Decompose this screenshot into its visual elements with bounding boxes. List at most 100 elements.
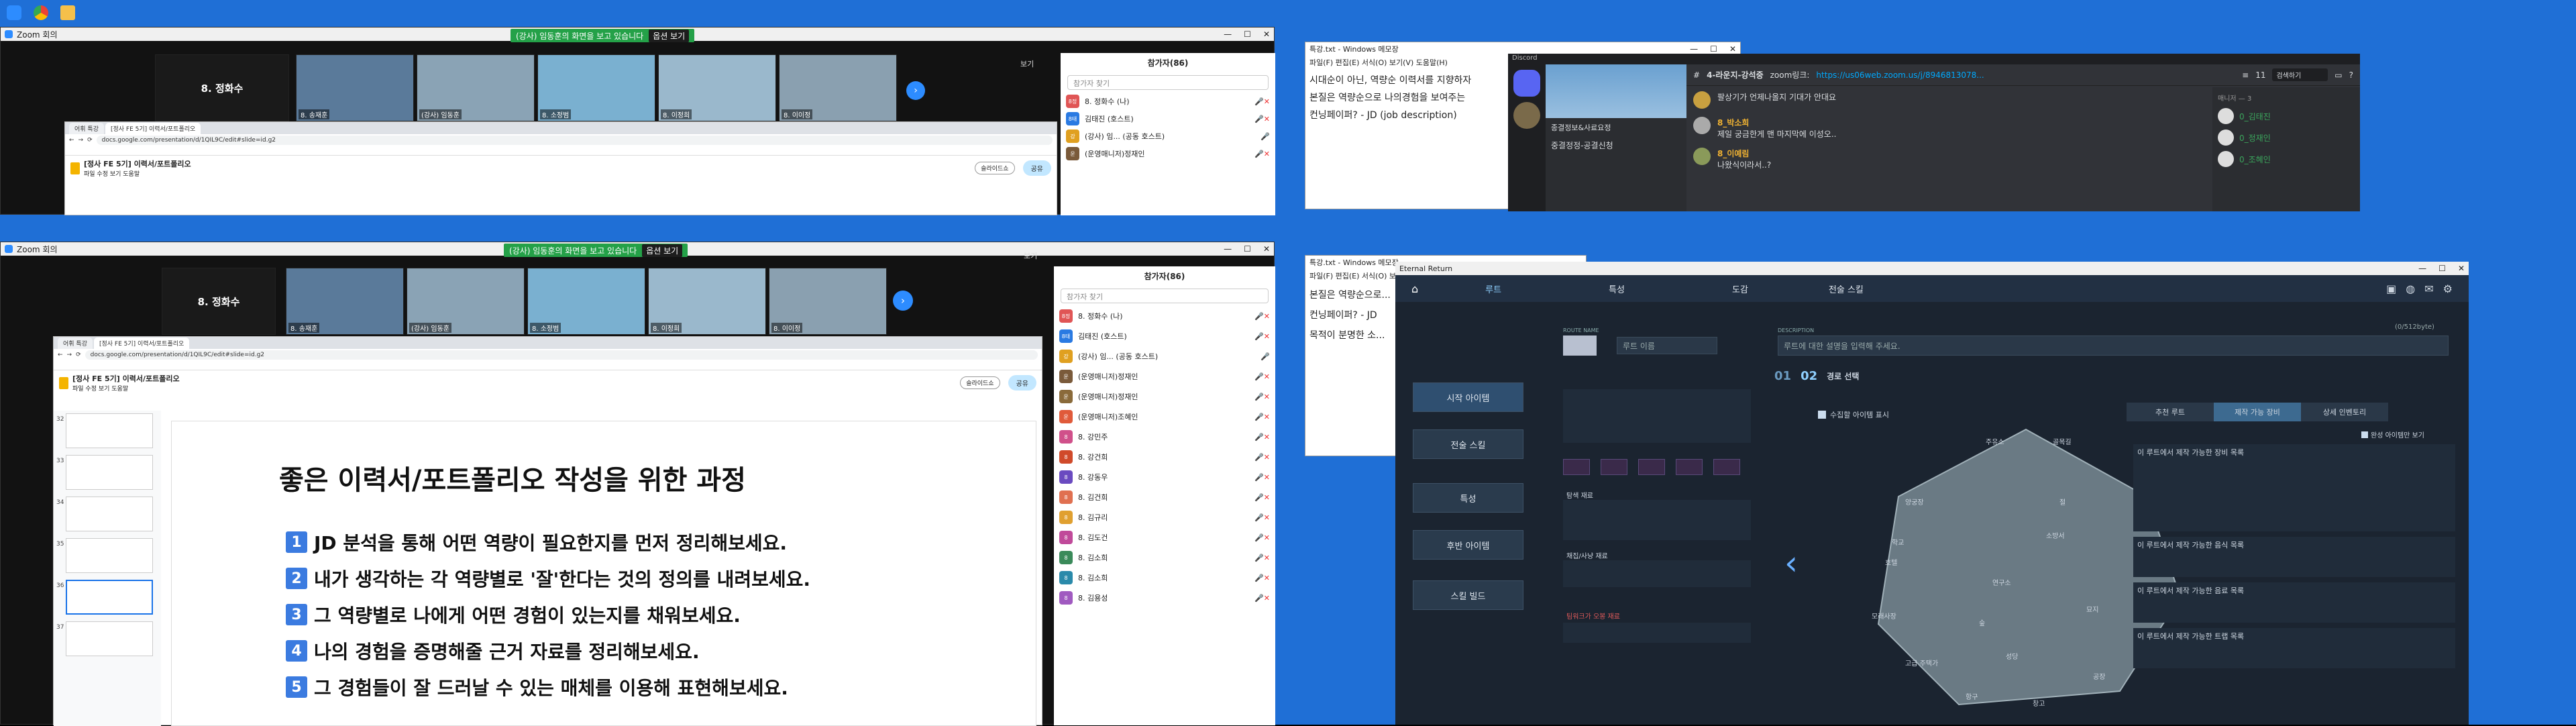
participant-item[interactable]: 8 8. 김규리 🎤✕ — [1054, 507, 1275, 527]
member-item[interactable]: 0_조혜인 — [2218, 151, 2355, 167]
complete-items-toggle[interactable]: 완성 아이템만 보기 — [2361, 429, 2424, 439]
zoom-link[interactable]: https://us06web.zoom.us/j/8946813078... — [1816, 70, 1984, 80]
equipment-slot[interactable] — [1601, 459, 1627, 475]
view-button[interactable]: 보기 — [1024, 250, 1037, 261]
address-bar[interactable]: docs.google.com/presentation/d/1QIL9C/ed… — [85, 350, 1038, 360]
reload-icon[interactable]: ⟳ — [87, 137, 93, 144]
next-page-icon[interactable]: › — [906, 81, 925, 100]
chrome-tab-active[interactable]: [정사 FE 5기] 이력서/포트폴리오 — [93, 338, 190, 349]
participant-item[interactable]: 운 (운영매니저)정재인 🎤✕ — [1061, 145, 1275, 162]
map-label[interactable]: 주유소 — [1986, 436, 2004, 446]
home-icon[interactable]: ⌂ — [1411, 282, 1418, 295]
video-tile[interactable]: 8. 이이정 — [779, 54, 897, 121]
slide-thumbnail[interactable] — [66, 455, 153, 490]
map-label[interactable]: 고급 주택가 — [1905, 658, 1938, 668]
folder-icon[interactable] — [60, 5, 75, 20]
options-button[interactable]: 옵션 보기 — [642, 244, 683, 257]
chrome-icon[interactable] — [34, 5, 48, 20]
doc-title[interactable]: [정사 FE 5기] 이력서/포트폴리오 — [72, 373, 180, 384]
late-item-button[interactable]: 후반 아이템 — [1413, 530, 1523, 560]
equipment-slot[interactable] — [1713, 459, 1740, 475]
slide-thumbnail[interactable] — [66, 538, 153, 573]
minimize-icon[interactable]: — — [1690, 44, 1698, 54]
doc-title[interactable]: [정사 FE 5기] 이력서/포트폴리오 — [84, 158, 191, 169]
video-tile[interactable]: (강사) 임동훈 — [407, 268, 525, 335]
zoom-icon[interactable] — [7, 5, 21, 20]
participant-search-input[interactable]: 참가자 찾기 — [1061, 289, 1269, 303]
participant-item[interactable]: 8정 8. 정화수 (나) 🎤✕ — [1054, 306, 1275, 326]
tab-encyclopedia[interactable]: 도감 — [1732, 282, 1748, 295]
reload-icon[interactable]: ⟳ — [76, 352, 81, 358]
member-item[interactable]: 0_정재인 — [2218, 129, 2355, 146]
slideshow-button[interactable]: 슬라이드쇼 — [960, 376, 1000, 389]
video-tile[interactable]: (강사) 임동훈 — [417, 54, 535, 121]
participant-item[interactable]: 강 (강사) 임... (공동 호스트) 🎤 — [1054, 346, 1275, 366]
map-label[interactable]: 소방서 — [2046, 530, 2065, 540]
map-prev-arrow[interactable]: ‹ — [1784, 543, 1798, 582]
participant-item[interactable]: 8 8. 강동우 🎤✕ — [1054, 467, 1275, 487]
globe-icon[interactable]: ◍ — [2406, 282, 2415, 295]
participant-item[interactable]: 8 8. 김도건 🎤✕ — [1054, 527, 1275, 548]
maximize-icon[interactable]: ☐ — [2438, 264, 2446, 273]
tab-tactical-skill[interactable]: 전술 스킬 — [1829, 282, 1864, 295]
server-icon[interactable] — [1513, 102, 1540, 129]
next-page-icon[interactable]: › — [893, 291, 913, 311]
back-icon[interactable]: ← — [69, 137, 74, 144]
slide-thumbnail[interactable] — [66, 621, 153, 656]
participant-search-input[interactable]: 참가자 찾기 — [1067, 75, 1269, 90]
maximize-icon[interactable]: ☐ — [1244, 244, 1251, 254]
slide-thumbnail[interactable] — [66, 413, 153, 448]
options-button[interactable]: 옵션 보기 — [649, 29, 690, 42]
map-label[interactable]: 숲 — [1979, 617, 1985, 627]
chrome-tab[interactable]: 어휘 특강 — [58, 338, 93, 349]
map-label[interactable]: 호텔 — [1885, 557, 1897, 567]
map-label[interactable]: 묘지 — [2086, 604, 2098, 614]
doc-menu[interactable]: 파일 수정 보기 도움말 — [84, 169, 191, 178]
camera-icon[interactable]: ▣ — [2386, 282, 2396, 295]
slide-thumbnail[interactable] — [66, 497, 153, 531]
participant-item[interactable]: 강 (강사) 임... (공동 호스트) 🎤 — [1061, 127, 1275, 145]
start-item-button[interactable]: 시작 아이템 — [1413, 382, 1523, 412]
address-bar[interactable]: docs.google.com/presentation/d/1QIL9C/ed… — [96, 136, 1053, 145]
slideshow-button[interactable]: 슬라이드쇼 — [975, 162, 1015, 174]
help-icon[interactable]: ? — [2349, 70, 2353, 80]
participant-item[interactable]: 운 (운영매니저)정재인 🎤✕ — [1054, 366, 1275, 386]
video-tile[interactable]: 8. 송재훈 — [286, 268, 404, 335]
close-icon[interactable]: ✕ — [1729, 44, 1736, 54]
map-label[interactable]: 절 — [2059, 497, 2065, 507]
settings-icon[interactable]: ⚙ — [2443, 282, 2453, 295]
tactical-skill-button[interactable]: 전술 스킬 — [1413, 429, 1523, 459]
participant-item[interactable]: 8태 김태진 (호스트) 🎤✕ — [1061, 110, 1275, 127]
maximize-icon[interactable]: ☐ — [1244, 30, 1251, 39]
map-label[interactable]: 항구 — [1966, 691, 1978, 701]
discord-home-icon[interactable] — [1513, 70, 1540, 97]
tab-craftable-equipment[interactable]: 제작 가능 장비 — [2214, 403, 2301, 421]
equipment-slot[interactable] — [1676, 459, 1703, 475]
minimize-icon[interactable]: — — [1224, 30, 1232, 39]
server-name[interactable]: 종결정보&사료요정 — [1546, 118, 1686, 137]
share-button[interactable]: 공유 — [1008, 375, 1036, 391]
participant-item[interactable]: 운 (운영매니저)정재인 🎤✕ — [1054, 386, 1275, 407]
message-author[interactable]: 8_이예림 — [1717, 148, 1771, 159]
map-label[interactable]: 창고 — [2033, 698, 2045, 708]
forward-icon[interactable]: → — [78, 137, 84, 144]
active-speaker-tile[interactable]: 8. 정화수 — [155, 54, 289, 121]
participant-item[interactable]: 8 8. 강민주 🎤✕ — [1054, 427, 1275, 447]
tab-traits[interactable]: 특성 — [1609, 282, 1625, 295]
map-label[interactable]: 모래사장 — [1872, 611, 1896, 621]
map-label[interactable]: 학교 — [1892, 537, 1904, 547]
description-input[interactable]: 루트에 대한 설명을 입력해 주세요. — [1778, 335, 2449, 356]
map-label[interactable]: 양궁장 — [1905, 497, 1924, 507]
view-button[interactable]: 보기 — [1020, 58, 1034, 69]
skill-build-button[interactable]: 스킬 빌드 — [1413, 580, 1523, 610]
video-tile[interactable]: 8. 소정범 — [527, 268, 645, 335]
minimize-icon[interactable]: — — [1224, 244, 1232, 254]
channel-item[interactable]: 중결정정-공결신청 — [1546, 137, 1686, 154]
close-icon[interactable]: ✕ — [1263, 30, 1270, 39]
participant-item[interactable]: 운 (운영매니저)조혜인 🎤✕ — [1054, 407, 1275, 427]
participant-item[interactable]: 8정 8. 정화수 (나) 🎤✕ — [1061, 93, 1275, 110]
map-label[interactable]: 공장 — [2093, 671, 2105, 681]
map-label[interactable]: 골목길 — [2053, 436, 2072, 446]
participant-item[interactable]: 8 8. 김용성 🎤✕ — [1054, 588, 1275, 608]
video-tile[interactable]: 8. 이이정 — [769, 268, 887, 335]
